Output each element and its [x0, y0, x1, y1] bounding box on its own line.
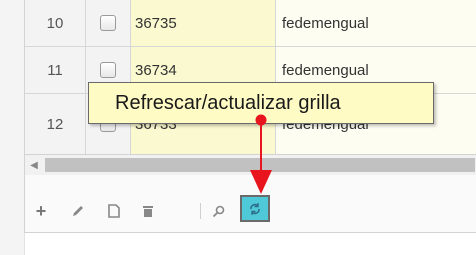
callout-arrowhead: [250, 170, 272, 194]
callout-arrow: [250, 114, 272, 194]
callout-dot: [255, 114, 267, 126]
